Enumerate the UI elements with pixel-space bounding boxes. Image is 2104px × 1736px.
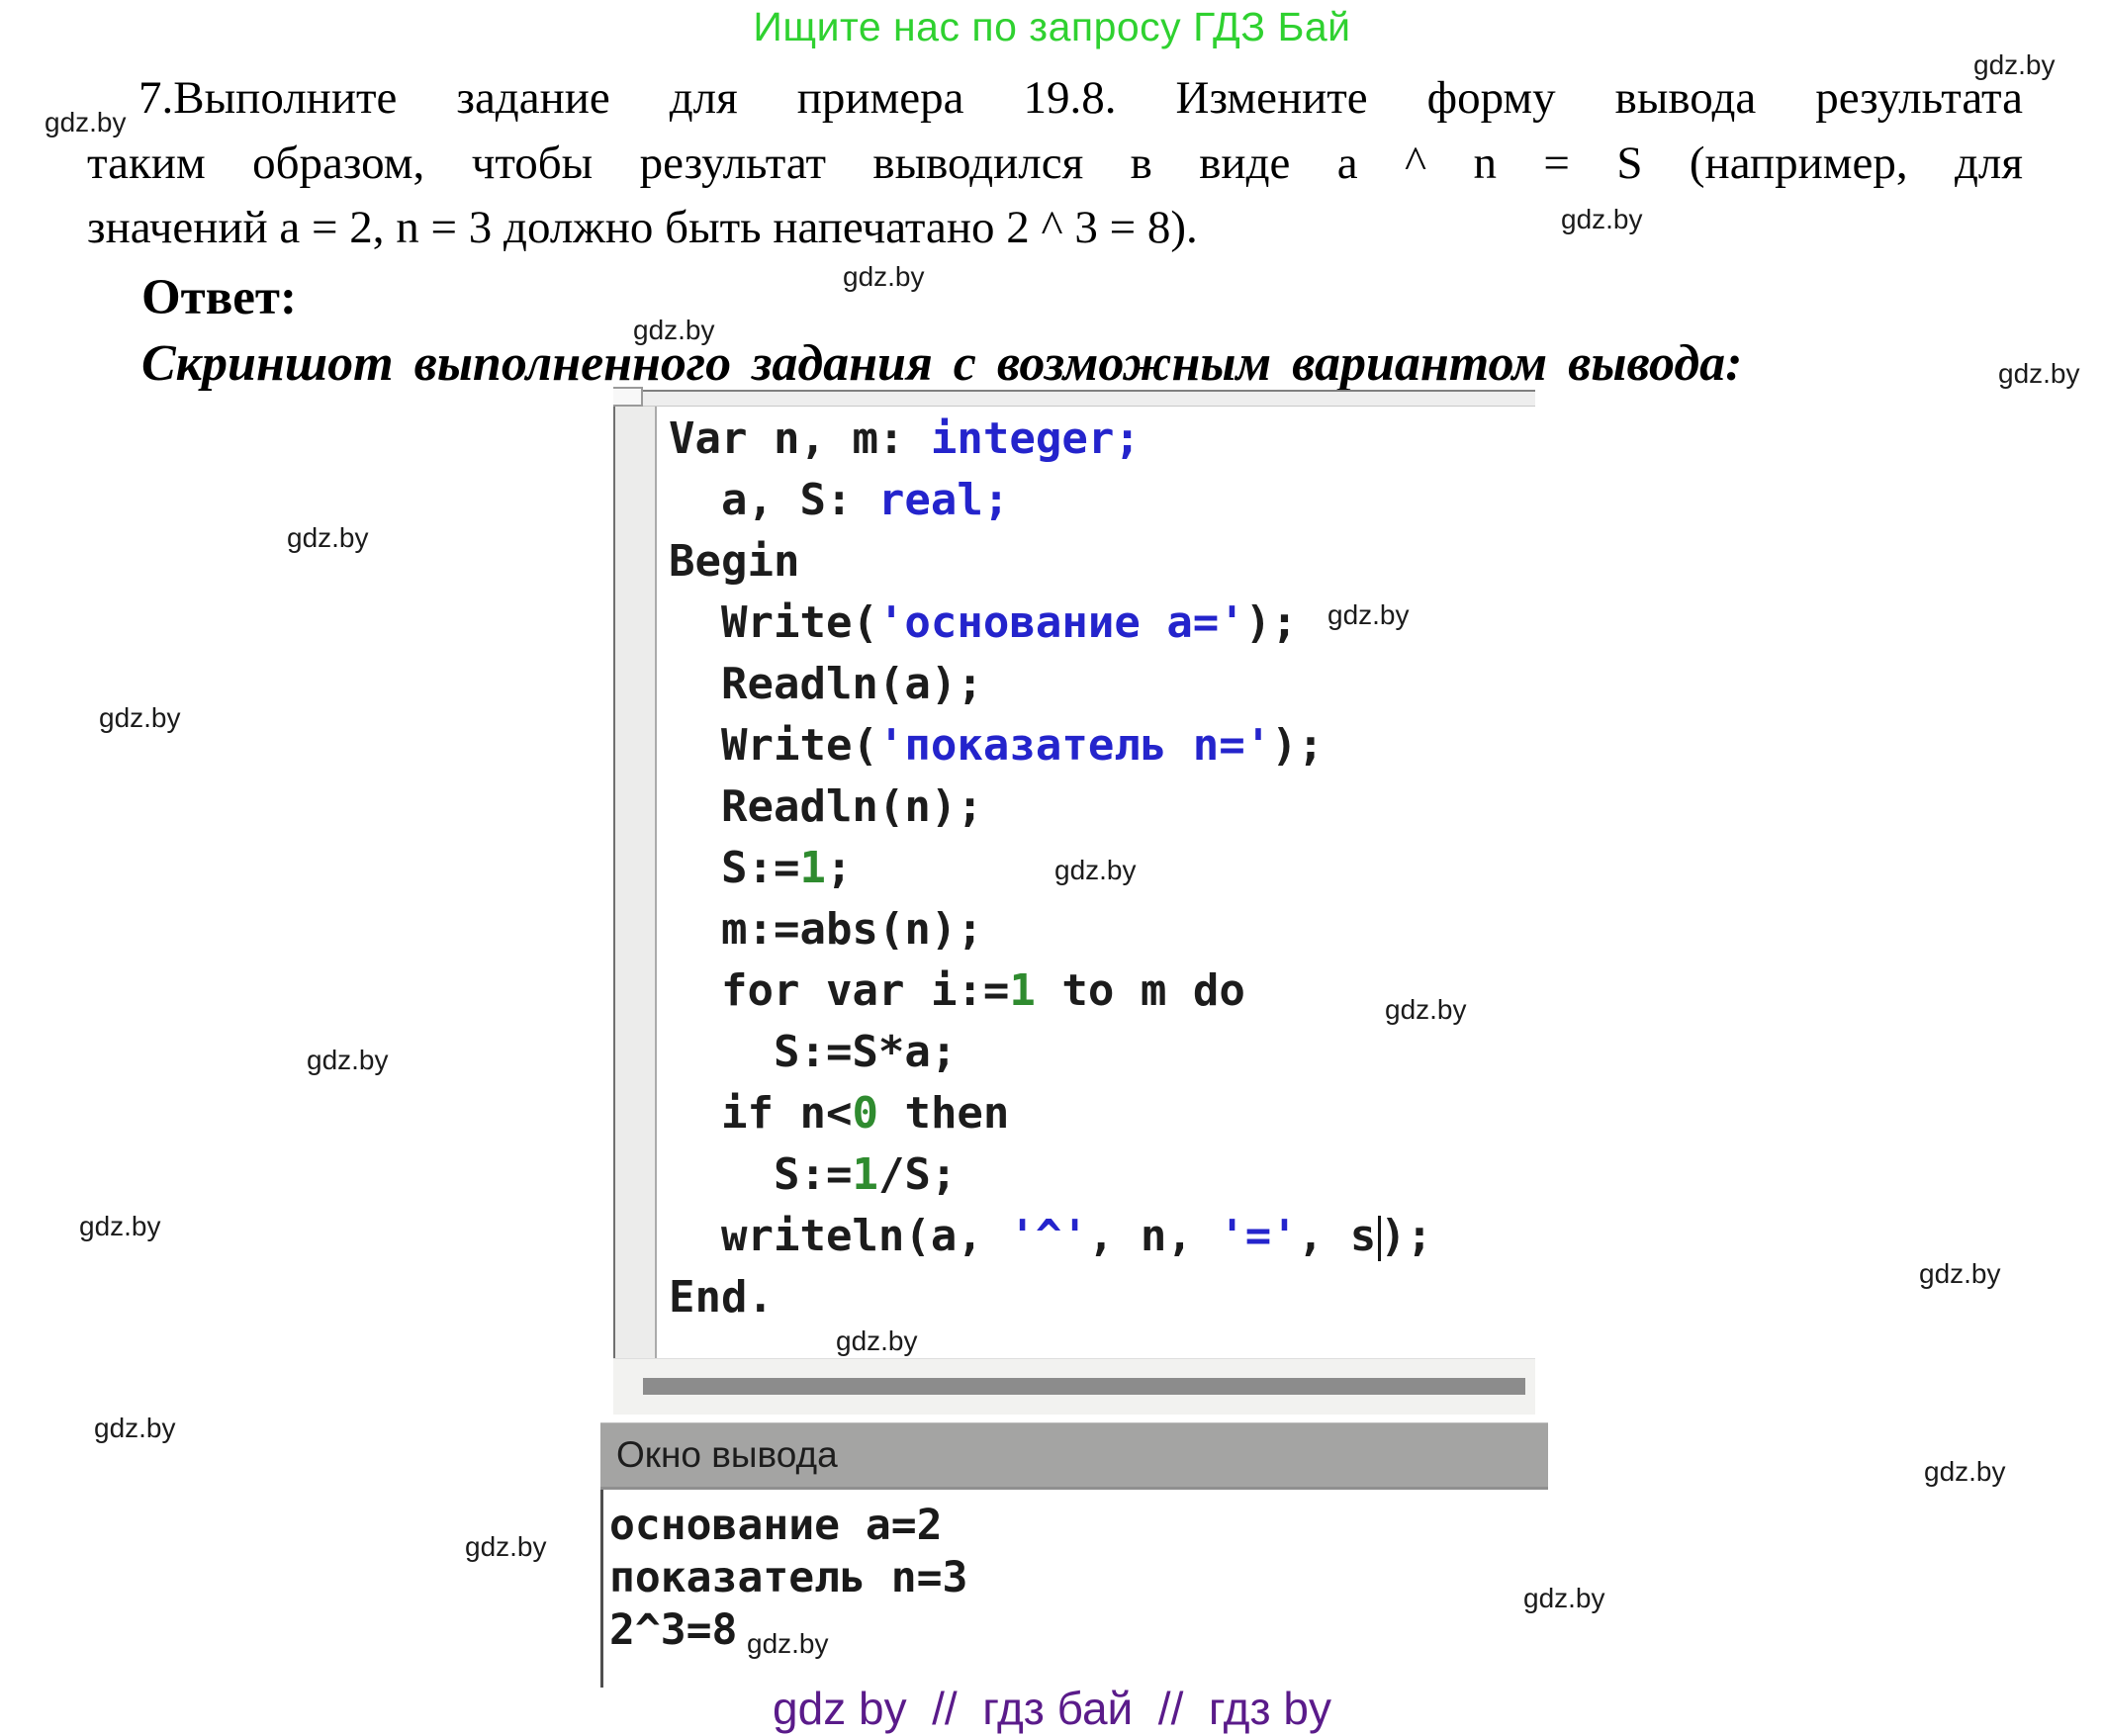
page-root: { "colors": { "banner_green": "#2fd130",… bbox=[0, 0, 2104, 1736]
code-line: writeln(a, '^', n, '=', s); bbox=[669, 1206, 1535, 1267]
editor-gutter bbox=[613, 407, 657, 1358]
output-window-header: Окно вывода bbox=[600, 1422, 1548, 1490]
gdz-watermark: gdz.by bbox=[1561, 204, 1643, 235]
editor-fold-corner bbox=[613, 387, 643, 407]
gdz-watermark: gdz.by bbox=[1385, 994, 1467, 1026]
gdz-watermark: gdz.by bbox=[1924, 1456, 2006, 1488]
promo-banner: Ищите нас по запросу ГДЗ Бай bbox=[0, 4, 2104, 50]
output-line: показатель n=3 bbox=[609, 1552, 1548, 1604]
gdz-watermark: gdz.by bbox=[1327, 599, 1410, 631]
footer-text: gdz by // гдз бай // гдз by bbox=[0, 1682, 2104, 1735]
gdz-watermark: gdz.by bbox=[1998, 358, 2080, 390]
gdz-watermark: gdz.by bbox=[45, 107, 127, 138]
gdz-watermark: gdz.by bbox=[843, 261, 925, 293]
gdz-watermark: gdz.by bbox=[287, 522, 369, 554]
code-line: a, S: real; bbox=[669, 470, 1535, 531]
code-line: Readln(a); bbox=[669, 654, 1535, 715]
code-line: Begin bbox=[669, 531, 1535, 593]
task-line-1: 7.Выполните задание для примера 19.8. Из… bbox=[138, 71, 2023, 125]
gdz-watermark: gdz.by bbox=[1054, 855, 1137, 886]
output-line: основание a=2 bbox=[609, 1500, 1548, 1552]
code-line: End. bbox=[669, 1267, 1535, 1328]
code-line: Readln(n); bbox=[669, 777, 1535, 838]
gdz-watermark: gdz.by bbox=[307, 1045, 389, 1076]
screenshot-caption: Скриншот выполненного задания с возможны… bbox=[141, 334, 1742, 393]
gdz-watermark: gdz.by bbox=[94, 1413, 176, 1444]
gdz-watermark: gdz.by bbox=[99, 702, 181, 734]
horizontal-scrollbar[interactable] bbox=[613, 1358, 1535, 1415]
scrollbar-thumb[interactable] bbox=[643, 1378, 1525, 1395]
gdz-watermark: gdz.by bbox=[836, 1325, 918, 1357]
task-line-3: значений a = 2, n = 3 должно быть напеча… bbox=[87, 201, 1198, 254]
gdz-watermark: gdz.by bbox=[1973, 49, 2056, 81]
gdz-watermark: gdz.by bbox=[1523, 1583, 1605, 1614]
gdz-watermark: gdz.by bbox=[1919, 1258, 2001, 1290]
answer-label: Ответ: bbox=[141, 269, 297, 326]
editor-top-bar bbox=[613, 390, 1535, 407]
gdz-watermark: gdz.by bbox=[79, 1211, 161, 1242]
task-line-2: таким образом, чтобы результат выводился… bbox=[87, 137, 2023, 190]
code-line: if n<0 then bbox=[669, 1083, 1535, 1144]
code-line: Var n, m: integer; bbox=[669, 409, 1535, 470]
code-line: S:=S*a; bbox=[669, 1022, 1535, 1083]
gdz-watermark: gdz.by bbox=[747, 1628, 829, 1660]
code-editor: Var n, m: integer; a, S: real;Begin Writ… bbox=[613, 390, 1535, 1414]
code-line: m:=abs(n); bbox=[669, 899, 1535, 960]
code-line: S:=1/S; bbox=[669, 1144, 1535, 1206]
code-line: Write('показатель n='); bbox=[669, 715, 1535, 777]
output-text: основание a=2показатель n=32^3=8 bbox=[600, 1490, 1548, 1688]
gdz-watermark: gdz.by bbox=[633, 315, 715, 346]
output-window-title: Окно вывода bbox=[616, 1434, 838, 1476]
gdz-watermark: gdz.by bbox=[465, 1531, 547, 1563]
output-window: Окно вывода основание a=2показатель n=32… bbox=[600, 1422, 1548, 1688]
